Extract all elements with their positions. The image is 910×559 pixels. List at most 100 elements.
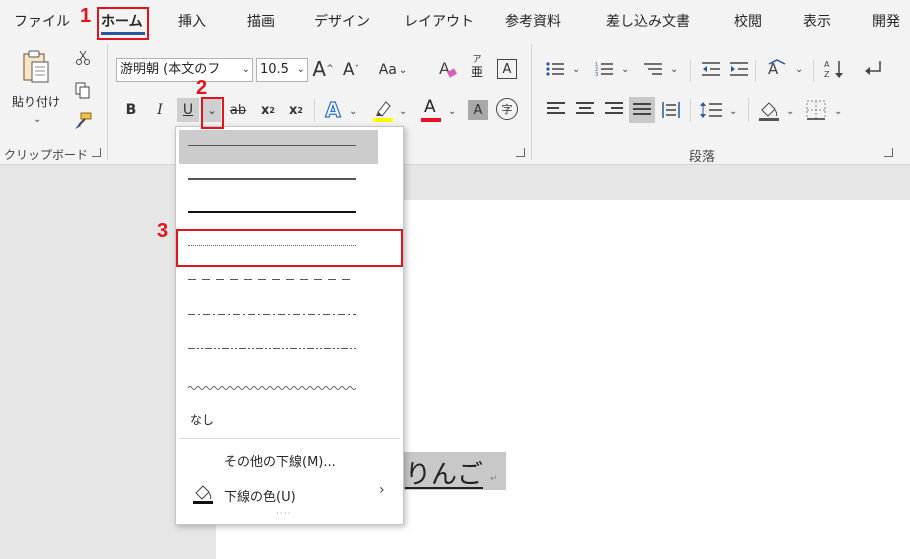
- bullets-dropdown-icon[interactable]: ⌄: [572, 64, 580, 75]
- change-case-button[interactable]: Aa ⌄: [376, 58, 410, 82]
- svg-text:A: A: [768, 60, 779, 78]
- phonetic-guide-button[interactable]: ア 亜: [469, 54, 485, 84]
- paragraph-shading-dropdown-icon[interactable]: ⌄: [786, 106, 794, 117]
- font-name-dropdown-icon: ⌄: [241, 64, 250, 75]
- increase-indent-icon[interactable]: [730, 61, 748, 77]
- shrink-font-glyph: A: [342, 60, 355, 80]
- text-effects-dropdown-icon[interactable]: ⌄: [349, 106, 357, 117]
- underline-option-wavy[interactable]: [187, 377, 357, 390]
- tab-developer[interactable]: 開発: [872, 11, 900, 31]
- sort-icon[interactable]: AZ: [824, 58, 846, 80]
- paste-icon[interactable]: [22, 50, 50, 86]
- underline-option-dash-dot[interactable]: [188, 314, 356, 315]
- font-color-dropdown-icon[interactable]: ⌄: [448, 106, 456, 117]
- subscript-mark: 2: [269, 105, 275, 115]
- underline-option-single-hover: [179, 130, 378, 164]
- font-size-select[interactable]: 10.5 ⌄: [256, 58, 308, 82]
- annotation-box-underline-dropdown: [201, 97, 224, 129]
- borders-icon[interactable]: [806, 100, 826, 120]
- font-color-glyph: A: [424, 97, 436, 117]
- tab-view[interactable]: 表示: [803, 11, 831, 31]
- font-color-swatch: [421, 118, 441, 122]
- format-painter-icon[interactable]: [73, 112, 93, 130]
- clear-formatting-icon[interactable]: A: [438, 58, 458, 80]
- paragraph-mark-icon: ↵: [490, 474, 498, 484]
- align-right-icon[interactable]: [605, 102, 623, 118]
- paragraph-shading-icon[interactable]: [758, 98, 780, 122]
- copy-icon[interactable]: [75, 82, 91, 100]
- tab-layout[interactable]: レイアウト: [404, 11, 474, 31]
- menu-separator: [179, 438, 400, 439]
- numbering-dropdown-icon[interactable]: ⌄: [621, 64, 629, 75]
- superscript-button[interactable]: x2: [287, 100, 305, 120]
- character-shading-button[interactable]: A: [468, 100, 488, 120]
- shrink-font-button[interactable]: Aˇ: [340, 58, 362, 82]
- tab-draw[interactable]: 描画: [247, 11, 275, 31]
- numbering-icon[interactable]: 123: [595, 61, 613, 78]
- annotation-box-dotted-option: [176, 229, 403, 267]
- para-separator: [748, 98, 749, 122]
- asian-layout-icon[interactable]: A: [766, 58, 788, 80]
- asian-layout-dropdown-icon[interactable]: ⌄: [795, 64, 803, 75]
- annotation-number-1: 1: [80, 5, 92, 27]
- underline-button[interactable]: U: [177, 98, 199, 122]
- tab-file[interactable]: ファイル: [14, 11, 70, 31]
- highlight-dropdown-icon[interactable]: ⌄: [399, 106, 407, 117]
- underline-option-thick[interactable]: [188, 211, 356, 213]
- enclose-characters-button[interactable]: 字: [496, 98, 518, 120]
- underline-option-none[interactable]: なし: [190, 411, 214, 428]
- font-name-value: 游明朝 (本文のフ: [120, 62, 221, 77]
- font-separator: [314, 98, 315, 122]
- document-text[interactable]: りんご: [405, 454, 483, 491]
- subscript-glyph: x: [261, 102, 270, 118]
- strikethrough-button[interactable]: ab: [227, 100, 249, 120]
- phonetic-base: 亜: [470, 65, 483, 79]
- grow-font-button[interactable]: A ^: [312, 56, 334, 82]
- justify-button[interactable]: [629, 97, 655, 123]
- font-color-button[interactable]: A: [420, 97, 442, 123]
- underline-option-dashed[interactable]: [188, 279, 356, 280]
- font-name-select[interactable]: 游明朝 (本文のフ ⌄: [116, 58, 253, 82]
- underline-option-double-weight[interactable]: [188, 178, 356, 180]
- bold-button[interactable]: B: [122, 100, 140, 120]
- paste-label[interactable]: 貼り付け: [12, 93, 60, 110]
- underline-style-menu: なし その他の下線(M)... 下線の色(U) › ····: [175, 126, 404, 525]
- para-separator: [813, 60, 814, 82]
- clipboard-launcher-icon[interactable]: [92, 148, 101, 157]
- tab-design[interactable]: デザイン: [314, 11, 370, 31]
- tab-insert[interactable]: 挿入: [178, 11, 206, 31]
- font-launcher-icon[interactable]: [516, 148, 525, 157]
- line-spacing-dropdown-icon[interactable]: ⌄: [729, 106, 737, 117]
- subscript-button[interactable]: x2: [259, 100, 277, 120]
- justify-icon: [633, 103, 651, 119]
- cut-icon[interactable]: [75, 50, 91, 66]
- italic-button[interactable]: I: [151, 100, 169, 120]
- bullets-icon[interactable]: [546, 61, 564, 77]
- underline-option-single[interactable]: [188, 145, 356, 146]
- resize-grip-icon[interactable]: ····: [276, 509, 291, 519]
- line-spacing-icon[interactable]: [700, 102, 722, 118]
- align-left-icon[interactable]: [547, 102, 565, 118]
- group-separator: [531, 44, 532, 160]
- annotation-box-home-tab: [97, 7, 149, 40]
- underline-color-item[interactable]: 下線の色(U): [224, 486, 296, 505]
- paragraph-launcher-icon[interactable]: [884, 148, 893, 157]
- paste-dropdown-icon[interactable]: ⌄: [33, 114, 41, 125]
- multilevel-list-icon[interactable]: [644, 61, 662, 77]
- text-effects-button[interactable]: A: [322, 97, 344, 123]
- show-formatting-marks-icon[interactable]: [862, 58, 884, 80]
- character-border-button[interactable]: A: [497, 59, 517, 79]
- font-size-dropdown-icon: ⌄: [296, 64, 305, 75]
- tab-review[interactable]: 校閲: [734, 11, 762, 31]
- decrease-indent-icon[interactable]: [702, 61, 720, 77]
- para-separator: [690, 98, 691, 122]
- multilevel-dropdown-icon[interactable]: ⌄: [670, 64, 678, 75]
- tab-mailings[interactable]: 差し込み文書: [606, 11, 690, 31]
- borders-dropdown-icon[interactable]: ⌄: [834, 106, 842, 117]
- more-underlines-item[interactable]: その他の下線(M)...: [224, 451, 336, 470]
- underline-option-dash-dot-dot[interactable]: [188, 348, 356, 349]
- tab-references[interactable]: 参考資料: [505, 11, 561, 31]
- distributed-icon[interactable]: [662, 102, 680, 118]
- highlight-icon[interactable]: [372, 98, 394, 122]
- align-center-icon[interactable]: [576, 102, 594, 118]
